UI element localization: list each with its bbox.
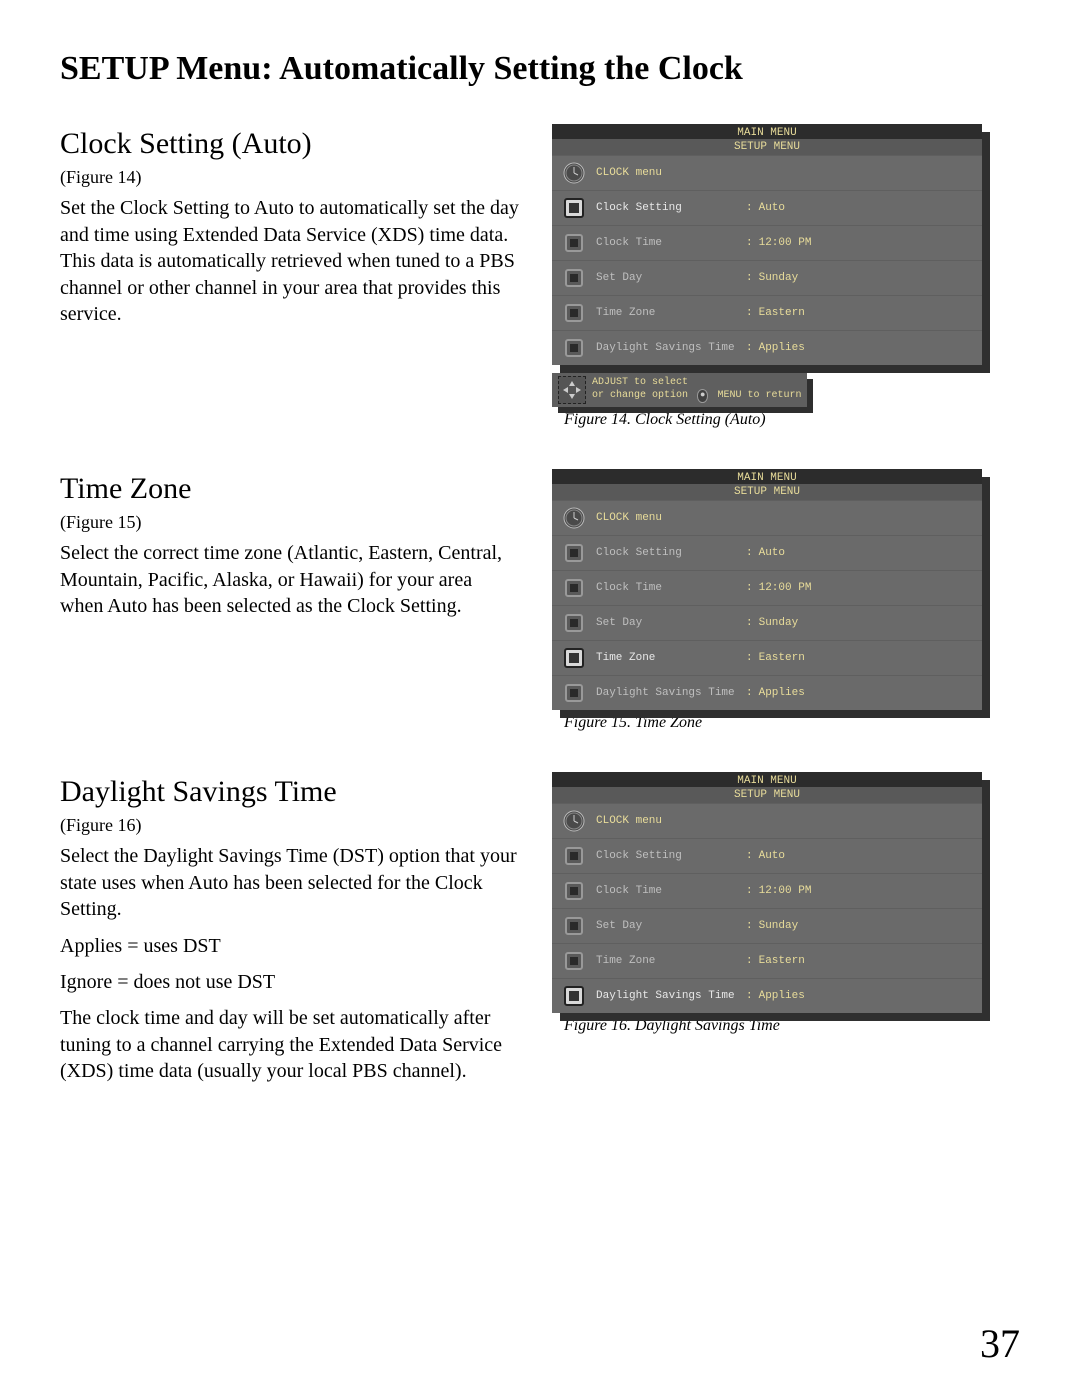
box-icon (562, 984, 586, 1008)
osd-header: MAIN MENU SETUP MENU (552, 124, 982, 155)
adjust-icon (558, 376, 586, 404)
body-dst-3: Ignore = does not use DST (60, 969, 520, 995)
figure-15: MAIN MENU SETUP MENU CLOCK menu Clock Se… (552, 469, 982, 710)
fig-ref-16: (Figure 16) (60, 814, 520, 838)
osd-main-menu: MAIN MENU (737, 127, 796, 139)
box-icon (562, 301, 586, 325)
figure-14-caption: Figure 14. Clock Setting (Auto) (564, 411, 766, 429)
osd-label: Time Zone (596, 307, 746, 319)
figure-14: MAIN MENU SETUP MENU CLOCK menu Cloc (552, 124, 982, 365)
osd-value: Eastern (759, 307, 805, 319)
box-icon (562, 681, 586, 705)
help-line1: ADJUST to select (592, 377, 688, 388)
help-line2b: MENU to return (717, 390, 801, 401)
osd-row-clock-setting: Clock Setting : Auto (552, 190, 982, 225)
page-number: 37 (980, 1320, 1020, 1367)
box-icon (562, 611, 586, 635)
body-dst-4: The clock time and day will be set autom… (60, 1005, 520, 1084)
osd-setup-menu: SETUP MENU (552, 139, 982, 155)
osd-setup-menu: SETUP MENU (552, 484, 982, 500)
heading-time-zone: Time Zone (60, 469, 520, 509)
figure-16: MAIN MENU SETUP MENU CLOCK menu Clock Se… (552, 772, 982, 1013)
clock-icon (562, 161, 586, 185)
box-icon (562, 541, 586, 565)
fig-ref-14: (Figure 14) (60, 166, 520, 190)
box-icon (562, 336, 586, 360)
osd-label: Clock Setting (596, 202, 746, 214)
osd-row-clock-menu: CLOCK menu (552, 155, 982, 190)
osd-row-clock-time: Clock Time : 12:00 PM (552, 225, 982, 260)
box-icon (562, 231, 586, 255)
osd-label: Clock Time (596, 237, 746, 249)
osd-value: Sunday (759, 272, 799, 284)
help-line2a: or change option (592, 390, 688, 401)
osd-main-menu: MAIN MENU (737, 775, 796, 787)
clock-icon (562, 506, 586, 530)
clock-icon (562, 809, 586, 833)
heading-clock-setting: Clock Setting (Auto) (60, 124, 520, 164)
osd-label: Set Day (596, 272, 746, 284)
box-icon (562, 576, 586, 600)
osd-clock-menu-label: CLOCK menu (596, 167, 746, 179)
section-time-zone: Time Zone (Figure 15) Select the correct… (60, 469, 1020, 732)
section-dst: Daylight Savings Time (Figure 16) Select… (60, 772, 1020, 1094)
body-clock-setting: Set the Clock Setting to Auto to automat… (60, 195, 520, 327)
osd-row-dst: Daylight Savings Time : Applies (552, 330, 982, 365)
box-icon (562, 646, 586, 670)
osd-row-time-zone: Time Zone : Eastern (552, 295, 982, 330)
body-dst-2: Applies = uses DST (60, 933, 520, 959)
page-title: SETUP Menu: Automatically Setting the Cl… (60, 50, 1020, 88)
box-icon (562, 266, 586, 290)
section-clock-setting-auto: Clock Setting (Auto) (Figure 14) Set the… (60, 124, 1020, 429)
box-icon (562, 914, 586, 938)
osd-value: 12:00 PM (759, 237, 812, 249)
box-icon (562, 879, 586, 903)
box-icon (562, 844, 586, 868)
box-icon (562, 949, 586, 973)
fig-ref-15: (Figure 15) (60, 511, 520, 535)
osd-value: Applies (759, 342, 805, 354)
box-icon (562, 196, 586, 220)
osd-row-set-day: Set Day : Sunday (552, 260, 982, 295)
osd-main-menu: MAIN MENU (737, 472, 796, 484)
body-time-zone: Select the correct time zone (Atlantic, … (60, 540, 520, 619)
osd-help-bar: ADJUST to select or change option ● MENU… (552, 373, 807, 407)
body-dst-1: Select the Daylight Savings Time (DST) o… (60, 843, 520, 922)
osd-value: Auto (759, 202, 785, 214)
heading-dst: Daylight Savings Time (60, 772, 520, 812)
osd-setup-menu: SETUP MENU (552, 787, 982, 803)
menu-icon: ● (697, 389, 708, 403)
osd-label: Daylight Savings Time (596, 342, 746, 354)
